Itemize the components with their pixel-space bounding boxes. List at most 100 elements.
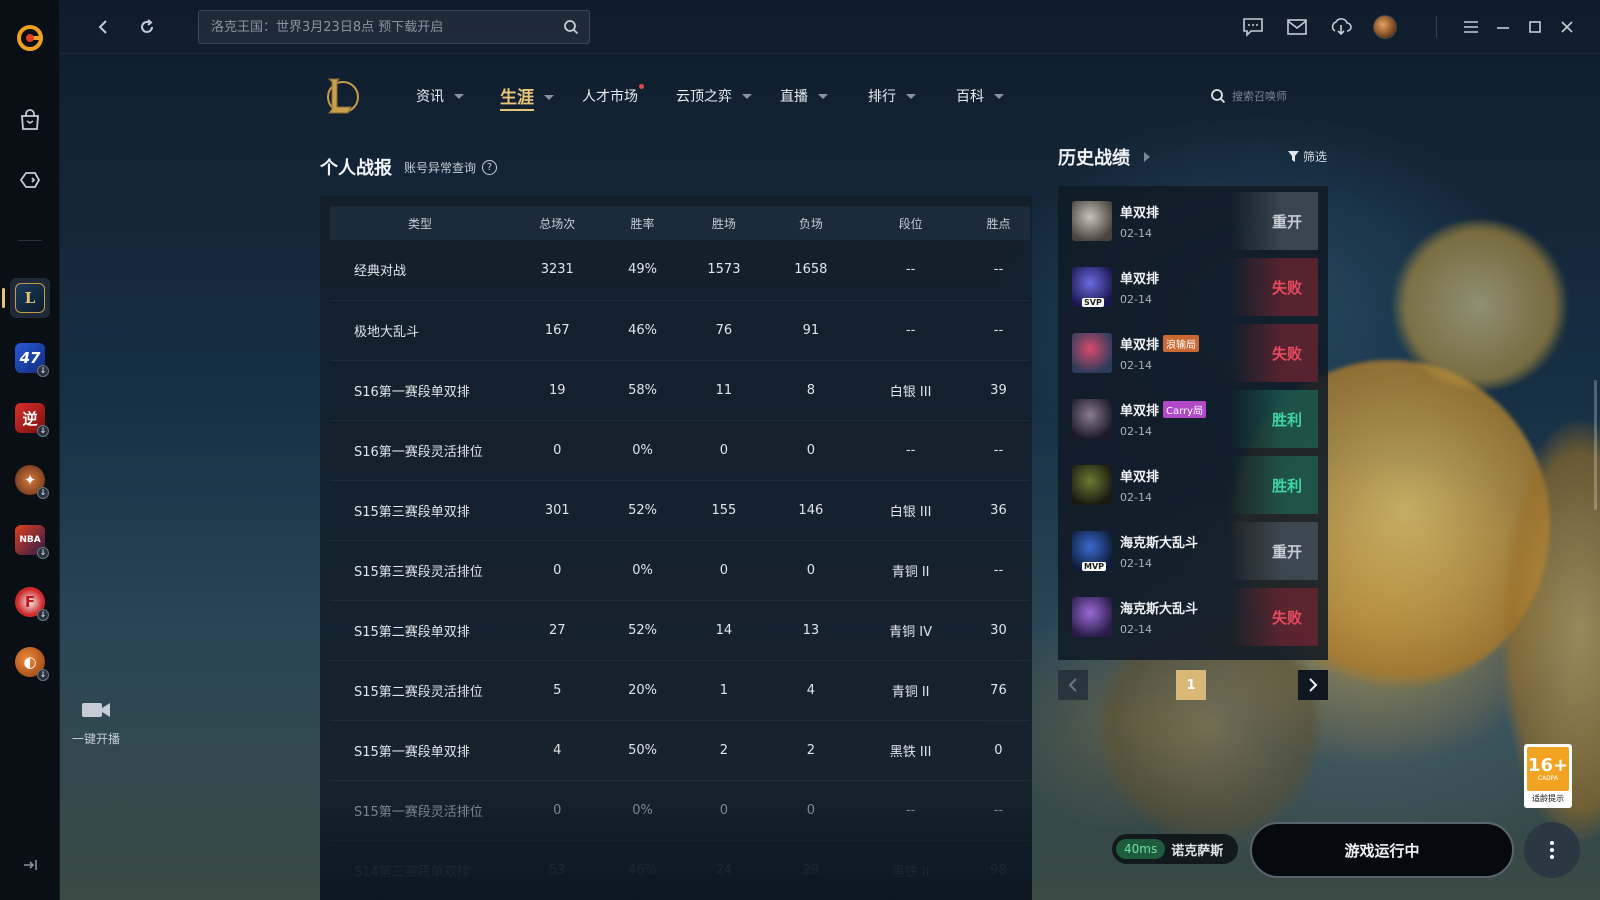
download-cloud-icon [1331,18,1352,36]
sidebar-game-4[interactable]: ✦ ↓ [10,460,50,500]
app-logo[interactable] [10,18,50,58]
table-cell: 1573 [680,240,768,301]
queue-type-cell: S16第一赛段单双排 [330,360,510,421]
collapse-icon [24,860,37,870]
collapse-sidebar-button[interactable] [20,855,40,875]
table-cell: -- [854,240,967,301]
table-cell: 0 [767,540,855,601]
match-history-item[interactable]: 单双排 Carry局 02-14 胜利 [1068,390,1318,448]
sidebar-game-lol[interactable]: L [2,278,50,318]
page-title: 个人战报 [320,158,392,179]
nav-talent-market[interactable]: 人才市场 [582,84,644,106]
table-cell: 46% [604,300,681,361]
lol-logo[interactable] [320,75,362,117]
store-nav-button[interactable] [10,100,50,140]
controller-tag-icon [19,172,41,188]
column-header: 负场 [798,216,823,231]
table-cell: 白银 III [854,360,967,421]
next-page-button[interactable] [1298,670,1328,700]
match-history-item[interactable]: 单双排 02-14 胜利 [1068,456,1318,514]
prev-page-button[interactable] [1058,670,1088,700]
shopping-bag-icon [21,109,39,130]
refresh-icon [141,19,153,33]
nav-career[interactable]: 生涯 [500,83,554,111]
table-row: S15第三赛段单双排 301 52% 155 146 白银 III 36 [330,480,1030,541]
maximize-button[interactable] [1522,14,1548,40]
champion-avatar: SVP [1072,267,1112,307]
queue-type-cell: S15第二赛段单双排 [330,600,510,661]
refresh-button[interactable] [134,14,160,40]
server-status[interactable]: 40ms 诺克萨斯 [1112,834,1238,864]
more-options-button[interactable] [1524,822,1580,878]
match-history-item[interactable]: MVP 海克斯大乱斗 02-14 重开 [1068,522,1318,580]
match-history-item[interactable]: 单双排 浪输局 02-14 失败 [1068,324,1318,382]
top-search-input[interactable] [199,11,589,43]
match-history-item[interactable]: 海克斯大乱斗 02-14 失败 [1068,588,1318,646]
match-result: 失败 [1230,324,1318,382]
match-history-item[interactable]: 单双排 02-14 重开 [1068,192,1318,250]
table-cell: 黑铁 II [854,840,967,900]
table-cell: 0 [680,540,768,601]
chevron-down-icon [994,93,1004,99]
match-info: 单双排 浪输局 02-14 [1120,334,1200,372]
table-row: 经典对战 3231 49% 1573 1658 -- -- [330,240,1030,301]
back-button[interactable] [90,14,116,40]
match-result: 胜利 [1230,456,1318,514]
top-bar [60,0,1600,54]
match-history-item[interactable]: SVP 单双排 02-14 失败 [1068,258,1318,316]
scrollbar[interactable] [1594,380,1597,510]
history-header[interactable]: 历史战绩 [1058,144,1150,170]
filter-button[interactable]: 筛选 [1288,148,1327,165]
menu-button[interactable] [1458,14,1484,40]
queue-type-cell: S14第三赛段单双排 [330,840,510,900]
sidebar-game-7[interactable]: ◐ ↓ [10,642,50,682]
one-click-stream-button[interactable]: 一键开播 [70,700,122,747]
table-cell: 155 [680,480,768,541]
minimize-button[interactable] [1490,14,1516,40]
nav-ranking[interactable]: 排行 [868,86,916,106]
sidebar-game-6[interactable]: F ↓ [10,582,50,622]
sidebar-game-3[interactable]: 逆 ↓ [10,398,50,438]
sidebar-game-5[interactable]: NBA ↓ [10,520,50,560]
queue-type-cell: 经典对战 [330,240,510,301]
table-row: S15第二赛段单双排 27 52% 14 13 青铜 IV 30 [330,600,1030,661]
chat-button[interactable] [1240,14,1266,40]
page-number[interactable]: 1 [1176,670,1206,700]
downloads-button[interactable] [1328,14,1354,40]
nav-tft[interactable]: 云顶之弈 [676,86,752,106]
summoner-search[interactable] [1210,84,1330,108]
chevron-right-icon [1309,678,1318,692]
match-mode-label: 单双排 [1120,404,1160,419]
nav-news[interactable]: 资讯 [416,86,464,106]
search-icon[interactable] [563,19,579,39]
table-cell: 3231 [510,240,605,301]
table-cell: 13 [767,600,855,661]
summoner-search-input[interactable] [1232,89,1322,103]
nav-label: 资讯 [416,89,444,105]
user-avatar-button[interactable] [1372,14,1398,40]
table-cell: 0 [767,780,855,841]
table-cell: 青铜 IV [854,600,967,661]
nav-live[interactable]: 直播 [780,86,828,106]
search-icon [1211,89,1226,104]
account-anomaly-link[interactable]: 账号异常查询 [404,159,476,176]
table-cell: 0% [604,420,681,481]
table-cell: 53 [510,840,605,900]
match-mode-label: 单双排 [1120,206,1160,221]
close-button[interactable] [1554,14,1580,40]
top-search-box[interactable] [198,10,590,44]
match-mode-label: 海克斯大乱斗 [1120,536,1199,551]
mail-button[interactable] [1284,14,1310,40]
discover-nav-button[interactable] [10,160,50,200]
match-mode: 单双排 浪输局 [1120,334,1200,353]
help-icon[interactable]: ? [482,159,498,175]
game-running-button[interactable]: 游戏运行中 [1250,822,1514,878]
table-cell: 167 [510,300,605,361]
nav-label: 排行 [868,89,896,105]
chevron-down-icon [544,94,554,100]
nav-wiki[interactable]: 百科 [956,86,1004,106]
match-date: 02-14 [1120,293,1152,306]
match-result: 胜利 [1230,390,1318,448]
match-result: 失败 [1230,258,1318,316]
sidebar-game-2[interactable]: 47 ↓ [10,338,50,378]
